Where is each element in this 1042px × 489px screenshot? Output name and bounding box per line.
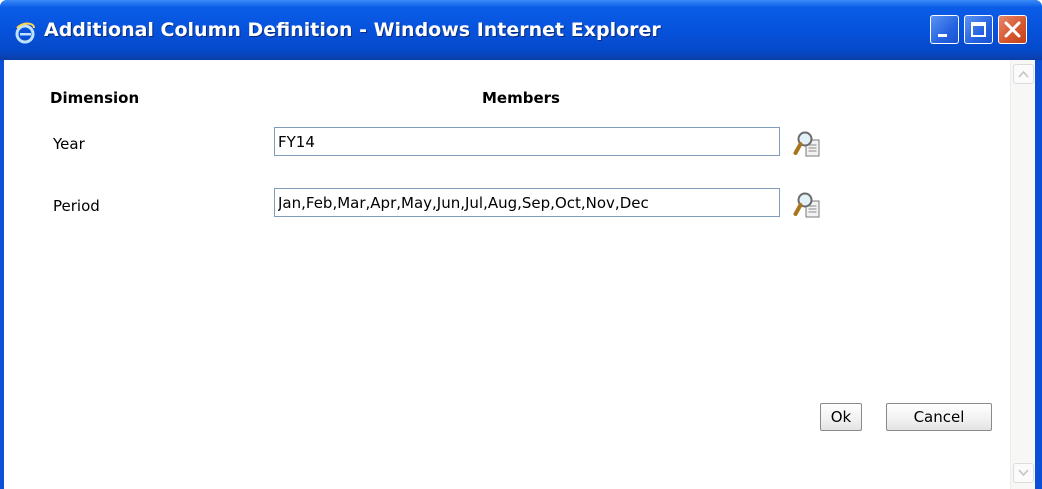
minimize-button[interactable] xyxy=(930,15,959,44)
maximize-button[interactable] xyxy=(964,15,993,44)
window-title: Additional Column Definition - Windows I… xyxy=(44,19,661,41)
members-header: Members xyxy=(482,89,560,107)
period-members-input[interactable] xyxy=(274,188,780,217)
year-members-input[interactable] xyxy=(274,127,780,156)
window-frame-right xyxy=(1035,60,1042,489)
vertical-scrollbar[interactable] xyxy=(1010,60,1035,489)
chevron-down-icon xyxy=(1018,469,1029,477)
ie-icon xyxy=(15,22,35,44)
browser-window: Additional Column Definition - Windows I… xyxy=(0,0,1042,489)
chevron-up-icon xyxy=(1018,70,1029,78)
year-label: Year xyxy=(53,135,85,153)
scroll-up-button[interactable] xyxy=(1013,64,1034,84)
ok-button[interactable]: Ok xyxy=(820,403,862,431)
close-button[interactable] xyxy=(998,15,1027,44)
scroll-down-button[interactable] xyxy=(1013,463,1034,483)
period-label: Period xyxy=(53,197,100,215)
dimension-header: Dimension xyxy=(50,89,140,107)
member-selector-icon[interactable] xyxy=(793,190,823,220)
member-selector-icon[interactable] xyxy=(793,129,823,159)
close-icon xyxy=(1004,21,1021,38)
dialog-content xyxy=(4,60,1035,489)
title-bar[interactable]: Additional Column Definition - Windows I… xyxy=(0,0,1042,60)
cancel-button[interactable]: Cancel xyxy=(886,403,992,431)
